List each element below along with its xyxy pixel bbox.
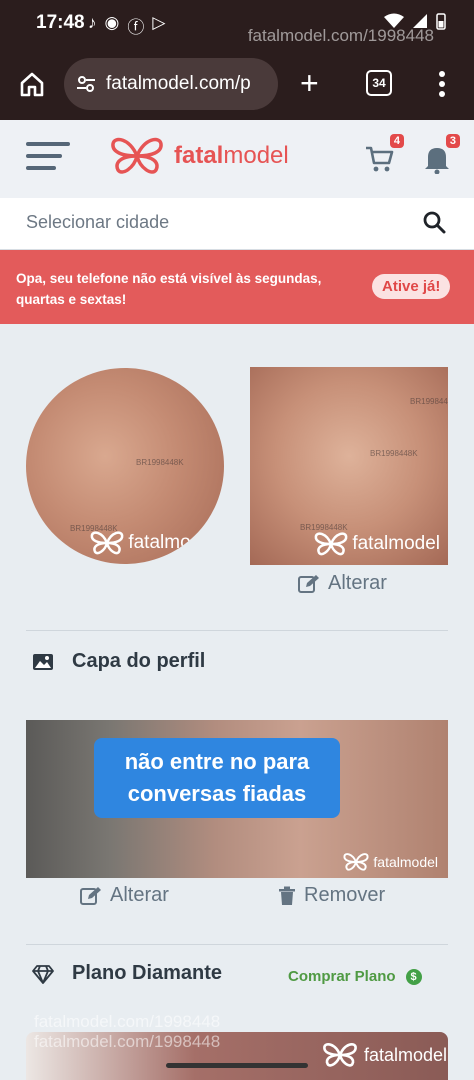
remove-cover-button[interactable]: Remover <box>278 884 385 907</box>
edit-icon <box>80 886 101 905</box>
site-logo[interactable]: fatalmodel <box>110 136 289 176</box>
watermark-bottom: fatalmodel.com/1998448 fatalmodel.com/19… <box>34 1012 220 1052</box>
dollar-coin-icon: $ <box>405 968 422 985</box>
new-tab-button[interactable]: + <box>300 66 319 100</box>
profile-photo-preview[interactable]: BR1998448K BR1998448K BR1998448K fatalmo… <box>250 367 448 565</box>
edit-icon <box>298 574 319 593</box>
remove-cover-label: Remover <box>304 884 386 906</box>
cover-actions: Alterar Remover <box>0 884 474 912</box>
butterfly-watermark-icon <box>314 532 348 556</box>
city-search-input[interactable]: Selecionar cidade <box>26 212 169 233</box>
cover-section-header: Capa do perfil <box>32 650 205 673</box>
tiktok-icon: ♪ <box>88 13 97 32</box>
butterfly-logo-icon <box>111 137 163 174</box>
diamond-icon <box>32 964 54 984</box>
notification-icons: ♪ ◉ ⓕ ▷ <box>88 13 165 38</box>
cover-photo[interactable]: não entre no para conversas fiadas fatal… <box>26 720 448 878</box>
url-text: fatalmodel.com/p <box>106 73 251 94</box>
logo-text-bold: fatal <box>174 142 224 169</box>
photo-code-label: BR1998448K <box>136 458 184 467</box>
plan-section-header: Plano Diamante <box>32 962 222 985</box>
notifications-button[interactable]: 3 <box>424 134 460 175</box>
site-settings-icon[interactable] <box>76 74 96 94</box>
image-icon <box>33 653 53 670</box>
tab-switcher-button[interactable]: 34 <box>366 70 392 96</box>
buy-plan-button[interactable]: Comprar Plano $ <box>288 968 422 985</box>
trash-icon <box>279 886 295 905</box>
cart-badge: 4 <box>389 134 404 148</box>
cover-banner-line: não entre no para <box>124 749 310 774</box>
whatsapp-icon: ◉ <box>104 13 120 32</box>
address-bar[interactable]: fatalmodel.com/p <box>64 58 278 110</box>
cover-banner-line: conversas fiadas <box>127 781 307 806</box>
browser-toolbar: fatalmodel.com/p + 34 <box>0 48 474 120</box>
edit-cover-label: Alterar <box>110 884 169 906</box>
logo-text-rest: model <box>223 142 289 169</box>
photo-watermark-text: fatalmodel <box>128 532 216 553</box>
site-header: fatalmodel 4 3 <box>0 120 474 198</box>
play-icon: ▷ <box>152 13 166 32</box>
butterfly-watermark-icon <box>323 1043 357 1067</box>
cover-watermark-text: fatalmodel <box>373 854 438 870</box>
photo-watermark: fatalmodel <box>90 530 216 556</box>
section-divider <box>26 630 448 631</box>
photo-watermark: fatalmodel <box>314 531 440 557</box>
status-time: 17:48 <box>36 12 85 33</box>
section-divider <box>26 944 448 945</box>
home-icon[interactable] <box>18 70 46 98</box>
butterfly-watermark-icon <box>343 853 369 871</box>
cover-section-title: Capa do perfil <box>72 650 206 672</box>
logo-text: fatalmodel <box>174 142 289 170</box>
more-menu-icon[interactable] <box>434 68 450 100</box>
photo-code-label: BR1998448K <box>410 397 448 406</box>
photo-code-label: BR1998448K <box>370 449 418 458</box>
battery-icon <box>436 13 446 30</box>
watermark-line: fatalmodel.com/1998448 <box>247 26 434 45</box>
city-search-bar[interactable]: Selecionar cidade <box>0 198 474 250</box>
hamburger-menu-button[interactable] <box>26 142 70 176</box>
facebook-icon: ⓕ <box>127 18 145 37</box>
alert-message: Opa, seu telefone não está visível às se… <box>16 271 322 307</box>
cover-watermark: fatalmodel <box>343 852 438 872</box>
bottom-watermark: fatalmodel <box>322 1042 447 1068</box>
plan-section-title: Plano Diamante <box>72 962 223 984</box>
watermark-line: fatalmodel.com/1998448 <box>34 1012 221 1031</box>
edit-photo-label: Alterar <box>328 572 387 594</box>
buy-plan-label: Comprar Plano <box>288 968 396 985</box>
photo-watermark-text: fatalmodel <box>352 533 440 554</box>
activate-button[interactable]: Ative já! <box>372 274 451 299</box>
cover-banner-text: não entre no para conversas fiadas <box>94 738 340 818</box>
phone-visibility-alert: Opa, seu telefone não está visível às se… <box>0 250 474 324</box>
gesture-navigation-bar[interactable] <box>166 1063 308 1068</box>
butterfly-watermark-icon <box>90 531 124 555</box>
notifications-badge: 3 <box>445 134 460 148</box>
edit-cover-button[interactable]: Alterar <box>80 884 169 907</box>
profile-avatar-photo[interactable]: BR1998448K BR1998448K fatalmodel <box>26 368 224 564</box>
search-icon[interactable] <box>422 210 446 234</box>
bottom-watermark-text: fatalmodel <box>364 1044 448 1065</box>
edit-photo-button[interactable]: Alterar <box>298 572 387 595</box>
watermark-line: fatalmodel.com/1998448 <box>34 1032 221 1051</box>
bell-icon <box>425 148 449 175</box>
cart-button[interactable]: 4 <box>364 134 404 174</box>
cart-icon <box>366 146 394 172</box>
